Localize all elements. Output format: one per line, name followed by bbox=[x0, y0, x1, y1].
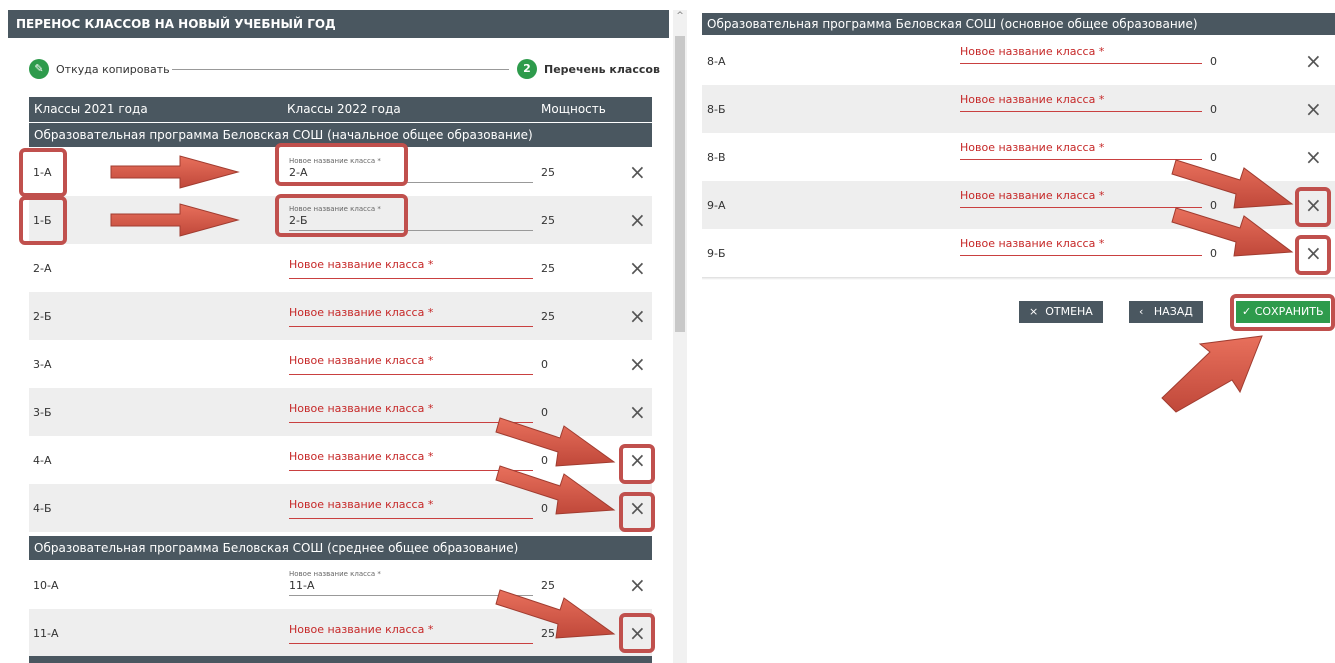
col-header-capacity: Мощность bbox=[541, 102, 606, 116]
old-class-name: 3-Б bbox=[33, 406, 52, 419]
col-header-2022: Классы 2022 года bbox=[287, 102, 401, 116]
highlight-box bbox=[619, 444, 655, 484]
table-row: 10-А Новое название класса * 11-А 25 × bbox=[29, 561, 652, 609]
table-header: Классы 2021 года Классы 2022 года Мощнос… bbox=[29, 97, 652, 122]
capacity-value: 0 bbox=[1210, 103, 1217, 116]
input-value: 11-А bbox=[289, 579, 315, 592]
table-row: 3-Б Новое название класса * 0 × bbox=[29, 388, 652, 436]
capacity-value: 0 bbox=[1210, 247, 1217, 260]
new-class-name-input[interactable]: Новое название класса * bbox=[960, 45, 1202, 64]
old-class-name: 8-Б bbox=[707, 103, 726, 116]
new-class-name-input[interactable]: Новое название класса * bbox=[960, 189, 1202, 208]
new-class-name-input[interactable]: Новое название класса * bbox=[289, 448, 533, 471]
step-1-label[interactable]: Откуда копировать bbox=[56, 63, 170, 76]
remove-icon[interactable]: × bbox=[1305, 51, 1322, 71]
old-class-name: 2-А bbox=[33, 262, 52, 275]
highlight-box bbox=[619, 613, 655, 653]
table-row: 11-А Новое название класса * 25 × bbox=[29, 609, 652, 657]
stepper: ✎ Откуда копировать 2 Перечень классов bbox=[29, 59, 660, 81]
capacity-value: 25 bbox=[541, 310, 555, 323]
old-class-name: 2-Б bbox=[33, 310, 52, 323]
back-button-label: НАЗАД bbox=[1153, 305, 1193, 318]
table-row: 8-Б Новое название класса * 0 × bbox=[702, 85, 1335, 133]
close-icon: × bbox=[1029, 305, 1039, 318]
new-class-name-input[interactable]: Новое название класса * bbox=[960, 93, 1202, 112]
capacity-value: 25 bbox=[541, 166, 555, 179]
old-class-name: 4-Б bbox=[33, 502, 52, 515]
remove-icon[interactable]: × bbox=[629, 306, 646, 326]
cancel-button[interactable]: × ОТМЕНА bbox=[1019, 301, 1103, 323]
group-header-basic: Образовательная программа Беловская СОШ … bbox=[702, 13, 1335, 35]
capacity-value: 0 bbox=[1210, 199, 1217, 212]
new-class-name-input[interactable]: Новое название класса * bbox=[960, 237, 1202, 256]
remove-icon[interactable]: × bbox=[629, 258, 646, 278]
old-class-name: 9-Б bbox=[707, 247, 726, 260]
back-button[interactable]: ‹ НАЗАД bbox=[1129, 301, 1203, 323]
old-class-name: 8-В bbox=[707, 151, 726, 164]
capacity-value: 0 bbox=[541, 502, 548, 515]
capacity-value: 25 bbox=[541, 579, 555, 592]
capacity-value: 25 bbox=[541, 214, 555, 227]
capacity-value: 25 bbox=[541, 262, 555, 275]
table-row: 8-В Новое название класса * 0 × bbox=[702, 133, 1335, 181]
capacity-value: 0 bbox=[541, 454, 548, 467]
cancel-button-label: ОТМЕНА bbox=[1045, 305, 1093, 318]
remove-icon[interactable]: × bbox=[1305, 147, 1322, 167]
scroll-up-icon[interactable]: ^ bbox=[675, 11, 685, 21]
table-row: 9-Б Новое название класса * 0 × bbox=[702, 229, 1335, 277]
old-class-name: 8-А bbox=[707, 55, 726, 68]
capacity-value: 0 bbox=[1210, 151, 1217, 164]
scrollbar-thumb[interactable] bbox=[675, 36, 685, 332]
table-row: 2-А Новое название класса * 25 × bbox=[29, 244, 652, 292]
highlight-box bbox=[275, 143, 408, 186]
highlight-box bbox=[19, 196, 67, 245]
capacity-value: 0 bbox=[541, 358, 548, 371]
table-row: 8-А Новое название класса * 0 × bbox=[702, 37, 1335, 85]
remove-icon[interactable]: × bbox=[629, 575, 646, 595]
capacity-value: 0 bbox=[541, 406, 548, 419]
col-header-2021: Классы 2021 года bbox=[34, 102, 148, 116]
dialog-title: ПЕРЕНОС КЛАССОВ НА НОВЫЙ УЧЕБНЫЙ ГОД bbox=[8, 10, 669, 38]
step-2-label[interactable]: Перечень классов bbox=[544, 63, 660, 76]
step-connector bbox=[172, 69, 509, 70]
chevron-left-icon: ‹ bbox=[1139, 305, 1144, 318]
table-row: 3-А Новое название класса * 0 × bbox=[29, 340, 652, 388]
group-header-secondary: Образовательная программа Беловская СОШ … bbox=[29, 536, 652, 560]
old-class-name: 9-А bbox=[707, 199, 726, 212]
new-class-name-input[interactable]: Новое название класса * 11-А bbox=[289, 570, 533, 596]
remove-icon[interactable]: × bbox=[629, 354, 646, 374]
capacity-value: 0 bbox=[1210, 55, 1217, 68]
table-row: 4-Б Новое название класса * 0 × bbox=[29, 484, 652, 532]
highlight-box bbox=[19, 148, 67, 197]
remove-icon[interactable]: × bbox=[629, 162, 646, 182]
new-class-name-input[interactable]: Новое название класса * bbox=[289, 621, 533, 644]
remove-icon[interactable]: × bbox=[1305, 99, 1322, 119]
table-row: 9-А Новое название класса * 0 × bbox=[702, 181, 1335, 229]
old-class-name: 3-А bbox=[33, 358, 52, 371]
table-row: 4-А Новое название класса * 0 × bbox=[29, 436, 652, 484]
highlight-box bbox=[1230, 294, 1335, 331]
new-class-name-input[interactable]: Новое название класса * bbox=[289, 496, 533, 519]
highlight-box bbox=[1295, 235, 1331, 275]
old-class-name: 11-А bbox=[33, 627, 59, 640]
arrow-icon bbox=[1161, 335, 1263, 413]
panel-shadow bbox=[702, 277, 1335, 280]
table-footer-bar bbox=[29, 656, 652, 663]
new-class-name-input[interactable]: Новое название класса * bbox=[960, 141, 1202, 160]
highlight-box bbox=[1295, 187, 1331, 227]
step-2-number: 2 bbox=[517, 59, 537, 79]
new-class-name-input[interactable]: Новое название класса * bbox=[289, 256, 533, 279]
new-class-name-input[interactable]: Новое название класса * bbox=[289, 352, 533, 375]
table-row: 2-Б Новое название класса * 25 × bbox=[29, 292, 652, 340]
capacity-value: 25 bbox=[541, 627, 555, 640]
highlight-box bbox=[619, 492, 655, 532]
remove-icon[interactable]: × bbox=[629, 402, 646, 422]
edit-icon: ✎ bbox=[29, 59, 49, 79]
old-class-name: 10-А bbox=[33, 579, 59, 592]
new-class-name-input[interactable]: Новое название класса * bbox=[289, 400, 533, 423]
new-class-name-input[interactable]: Новое название класса * bbox=[289, 304, 533, 327]
old-class-name: 4-А bbox=[33, 454, 52, 467]
remove-icon[interactable]: × bbox=[629, 210, 646, 230]
highlight-box bbox=[275, 194, 408, 237]
